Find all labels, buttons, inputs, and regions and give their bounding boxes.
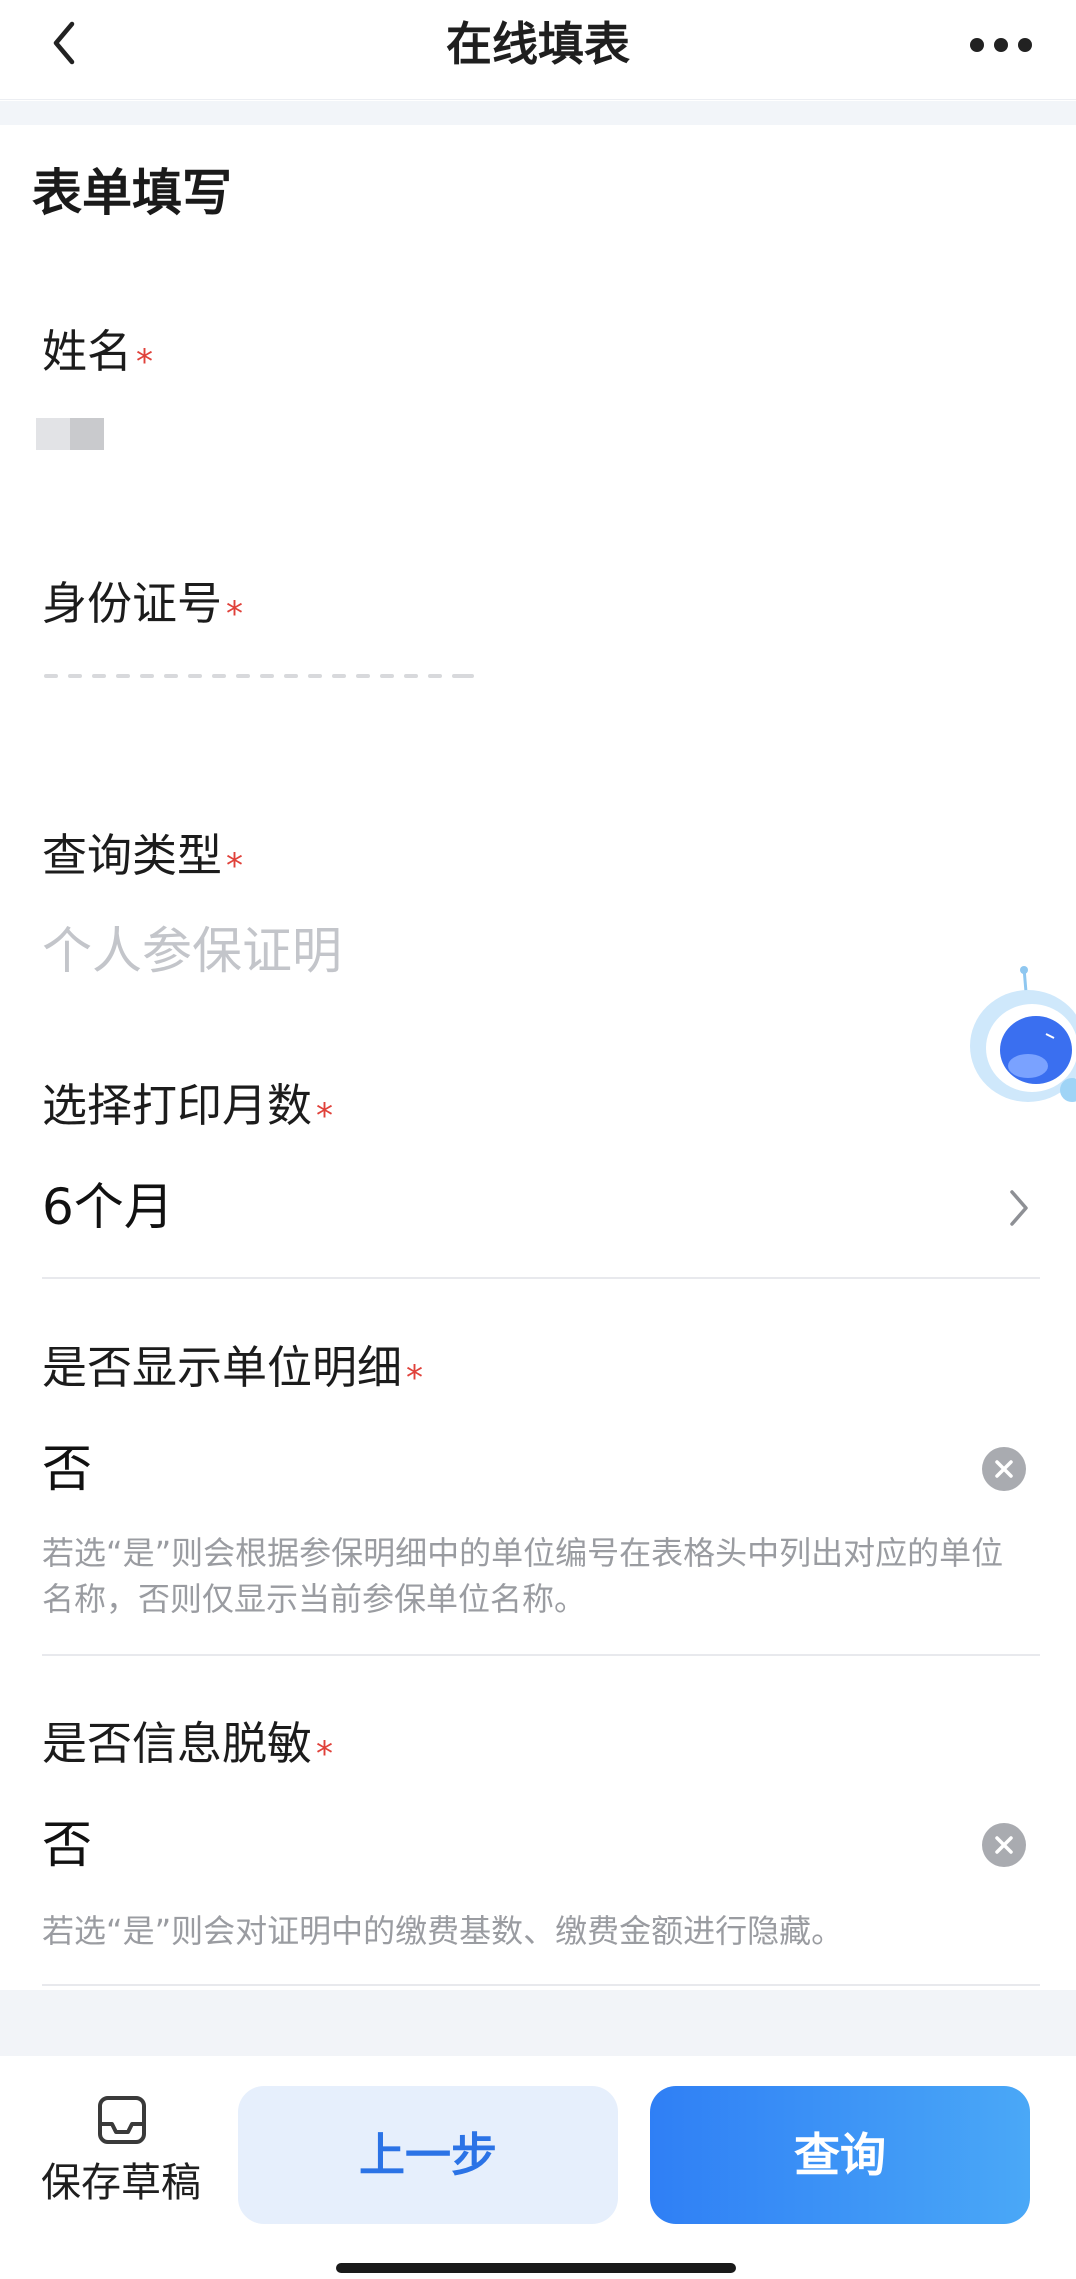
name-label-text: 姓名	[42, 325, 133, 378]
desensitize-label-text: 是否信息脱敏	[42, 1717, 313, 1770]
required-mark: *	[316, 1096, 334, 1136]
section-title: 表单填写	[32, 164, 232, 222]
divider	[42, 1984, 1040, 1986]
save-draft-label: 保存草稿	[41, 2160, 201, 2206]
query-button[interactable]: 查询	[650, 2086, 1030, 2224]
clear-icon[interactable]	[982, 1447, 1026, 1491]
more-icon[interactable]	[966, 30, 1066, 60]
query-type-label: 查询类型 *	[42, 826, 243, 890]
name-label: 姓名 *	[42, 322, 153, 386]
online-form-page: 在线填表 表单填写 姓名 * 身份证号 * 查询类型 * 个人参保证明 选择打印…	[0, 0, 1076, 2279]
section-separator	[0, 101, 1076, 125]
divider	[42, 1654, 1040, 1656]
divider	[42, 1277, 1040, 1279]
show-unit-detail-hint: 若选“是”则会根据参保明细中的单位编号在表格头中列出对应的单位名称，否则仅显示当…	[42, 1534, 1004, 1618]
required-mark: *	[136, 342, 154, 382]
clear-icon[interactable]	[982, 1823, 1026, 1867]
nav-bar: 在线填表	[0, 0, 1076, 100]
query-type-label-text: 查询类型	[42, 829, 223, 882]
required-mark: *	[316, 1734, 334, 1774]
required-mark: *	[226, 594, 244, 634]
chevron-right-icon[interactable]	[1004, 1186, 1034, 1230]
id-number-value-masked[interactable]	[44, 674, 474, 680]
assistant-robot-icon[interactable]	[970, 966, 1076, 1136]
show-unit-detail-value[interactable]: 否	[42, 1436, 92, 1502]
print-months-label: 选择打印月数 *	[42, 1076, 333, 1140]
required-mark: *	[226, 846, 244, 886]
desensitize-value[interactable]: 否	[42, 1812, 92, 1878]
required-mark: *	[406, 1358, 424, 1398]
prev-step-button[interactable]: 上一步	[238, 2086, 618, 2224]
desensitize-label: 是否信息脱敏 *	[42, 1714, 333, 1778]
bottom-separator	[0, 1990, 1076, 2056]
show-unit-detail-label-text: 是否显示单位明细	[42, 1341, 403, 1394]
id-number-label-text: 身份证号	[42, 577, 223, 630]
query-type-value: 个人参保证明	[42, 922, 342, 980]
print-months-label-text: 选择打印月数	[42, 1079, 313, 1132]
inbox-icon	[94, 2092, 150, 2148]
show-unit-detail-label: 是否显示单位明细 *	[42, 1338, 423, 1402]
desensitize-hint: 若选“是”则会对证明中的缴费基数、缴费金额进行隐藏。	[42, 1912, 844, 1950]
bottom-action-bar: 保存草稿 上一步 查询	[0, 2056, 1076, 2279]
page-title: 在线填表	[446, 17, 630, 71]
print-months-select[interactable]: 6个月	[42, 1174, 174, 1240]
home-indicator	[336, 2263, 736, 2273]
save-draft-button[interactable]: 保存草稿	[30, 2092, 212, 2212]
name-value-masked[interactable]	[36, 418, 104, 450]
id-number-label: 身份证号 *	[42, 574, 243, 638]
